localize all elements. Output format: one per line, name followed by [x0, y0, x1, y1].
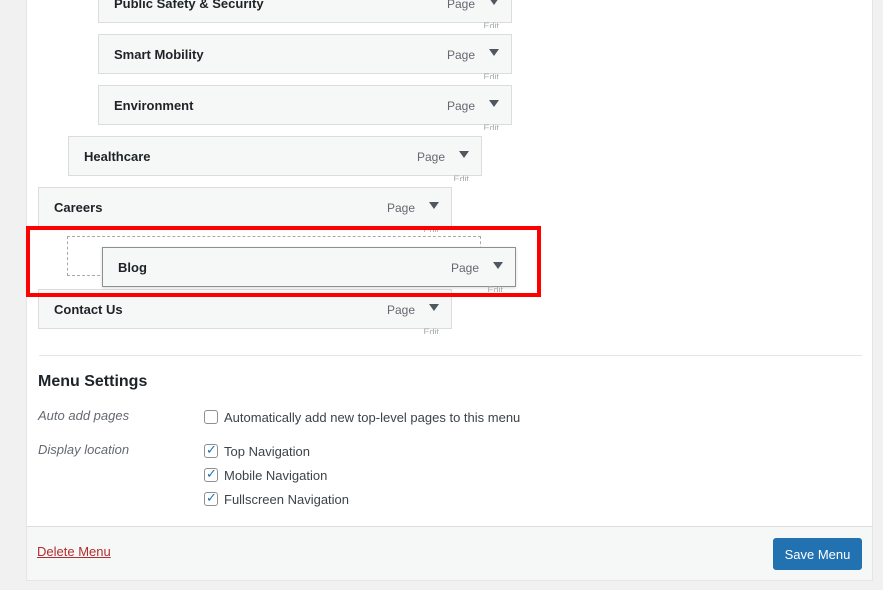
checkmark-icon: ✓: [206, 442, 217, 457]
menu-item-title: Environment: [114, 98, 194, 113]
menu-item-contact-us[interactable]: Contact Us Page Edit: [38, 289, 452, 334]
top-navigation-checkbox[interactable]: ✓: [204, 442, 218, 458]
fullscreen-navigation-label[interactable]: Fullscreen Navigation: [224, 492, 349, 507]
display-location-label: Display location: [38, 442, 130, 457]
delete-menu-link[interactable]: Delete Menu: [37, 544, 111, 559]
menu-item-environment[interactable]: Environment Page Edit: [98, 85, 512, 130]
section-divider: [39, 355, 862, 356]
menu-item-healthcare[interactable]: Healthcare Page Edit: [68, 136, 482, 181]
menu-item-title: Careers: [54, 200, 103, 215]
expand-arrow-icon[interactable]: [489, 49, 499, 56]
top-navigation-label[interactable]: Top Navigation: [224, 444, 310, 459]
menu-item-public-safety[interactable]: Public Safety & Security Page Edit: [98, 0, 512, 28]
menu-item-type: Page: [446, 0, 475, 11]
location-fullscreen-navigation[interactable]: ✓ Fullscreen Navigation: [204, 490, 349, 508]
expand-arrow-icon[interactable]: [459, 151, 469, 158]
menu-item-edit-label[interactable]: Edit: [487, 286, 503, 292]
menu-item-type: Page: [450, 261, 479, 275]
auto-add-option-label[interactable]: Automatically add new top-level pages to…: [224, 410, 520, 425]
auto-add-option[interactable]: Automatically add new top-level pages to…: [204, 408, 520, 426]
menu-item-title: Public Safety & Security: [114, 0, 264, 11]
expand-arrow-icon[interactable]: [493, 262, 503, 269]
menu-item-edit-label[interactable]: Edit: [453, 175, 469, 181]
menu-structure-panel: Public Safety & Security Page Edit Smart…: [26, 0, 873, 581]
menu-footer: Delete Menu Save Menu: [27, 526, 872, 580]
fullscreen-navigation-checkbox[interactable]: ✓: [204, 490, 218, 506]
expand-arrow-icon[interactable]: [429, 304, 439, 311]
mobile-navigation-label[interactable]: Mobile Navigation: [224, 468, 327, 483]
menu-item-type: Page: [386, 201, 415, 215]
checkmark-icon: ✓: [206, 466, 217, 481]
menu-settings-heading: Menu Settings: [38, 373, 148, 390]
auto-add-checkbox[interactable]: [204, 410, 218, 424]
expand-arrow-icon[interactable]: [489, 100, 499, 107]
menu-item-type: Page: [446, 99, 475, 113]
menu-item-smart-mobility[interactable]: Smart Mobility Page Edit: [98, 34, 512, 79]
menu-item-title: Contact Us: [54, 302, 123, 317]
auto-add-label: Auto add pages: [38, 408, 130, 423]
menu-item-title: Smart Mobility: [114, 47, 204, 62]
menu-item-careers[interactable]: Careers Page Edit: [38, 187, 452, 232]
menu-item-edit-label[interactable]: Edit: [483, 22, 499, 28]
menu-item-title: Healthcare: [84, 149, 151, 164]
checkmark-icon: ✓: [206, 490, 217, 505]
mobile-navigation-checkbox[interactable]: ✓: [204, 466, 218, 482]
expand-arrow-icon[interactable]: [429, 202, 439, 209]
menu-item-edit-label[interactable]: Edit: [423, 328, 439, 334]
menu-item-edit-label[interactable]: Edit: [423, 226, 439, 232]
location-top-navigation[interactable]: ✓ Top Navigation: [204, 442, 310, 460]
menu-item-edit-label[interactable]: Edit: [483, 73, 499, 79]
save-menu-button[interactable]: Save Menu: [773, 538, 862, 570]
menu-item-blog-dragging[interactable]: Blog Page Edit: [102, 247, 516, 292]
menu-item-type: Page: [446, 48, 475, 62]
menu-item-title: Blog: [118, 260, 147, 275]
menu-item-type: Page: [416, 150, 445, 164]
location-mobile-navigation[interactable]: ✓ Mobile Navigation: [204, 466, 327, 484]
expand-arrow-icon[interactable]: [489, 0, 499, 5]
menu-item-type: Page: [386, 303, 415, 317]
menu-item-edit-label[interactable]: Edit: [483, 124, 499, 130]
